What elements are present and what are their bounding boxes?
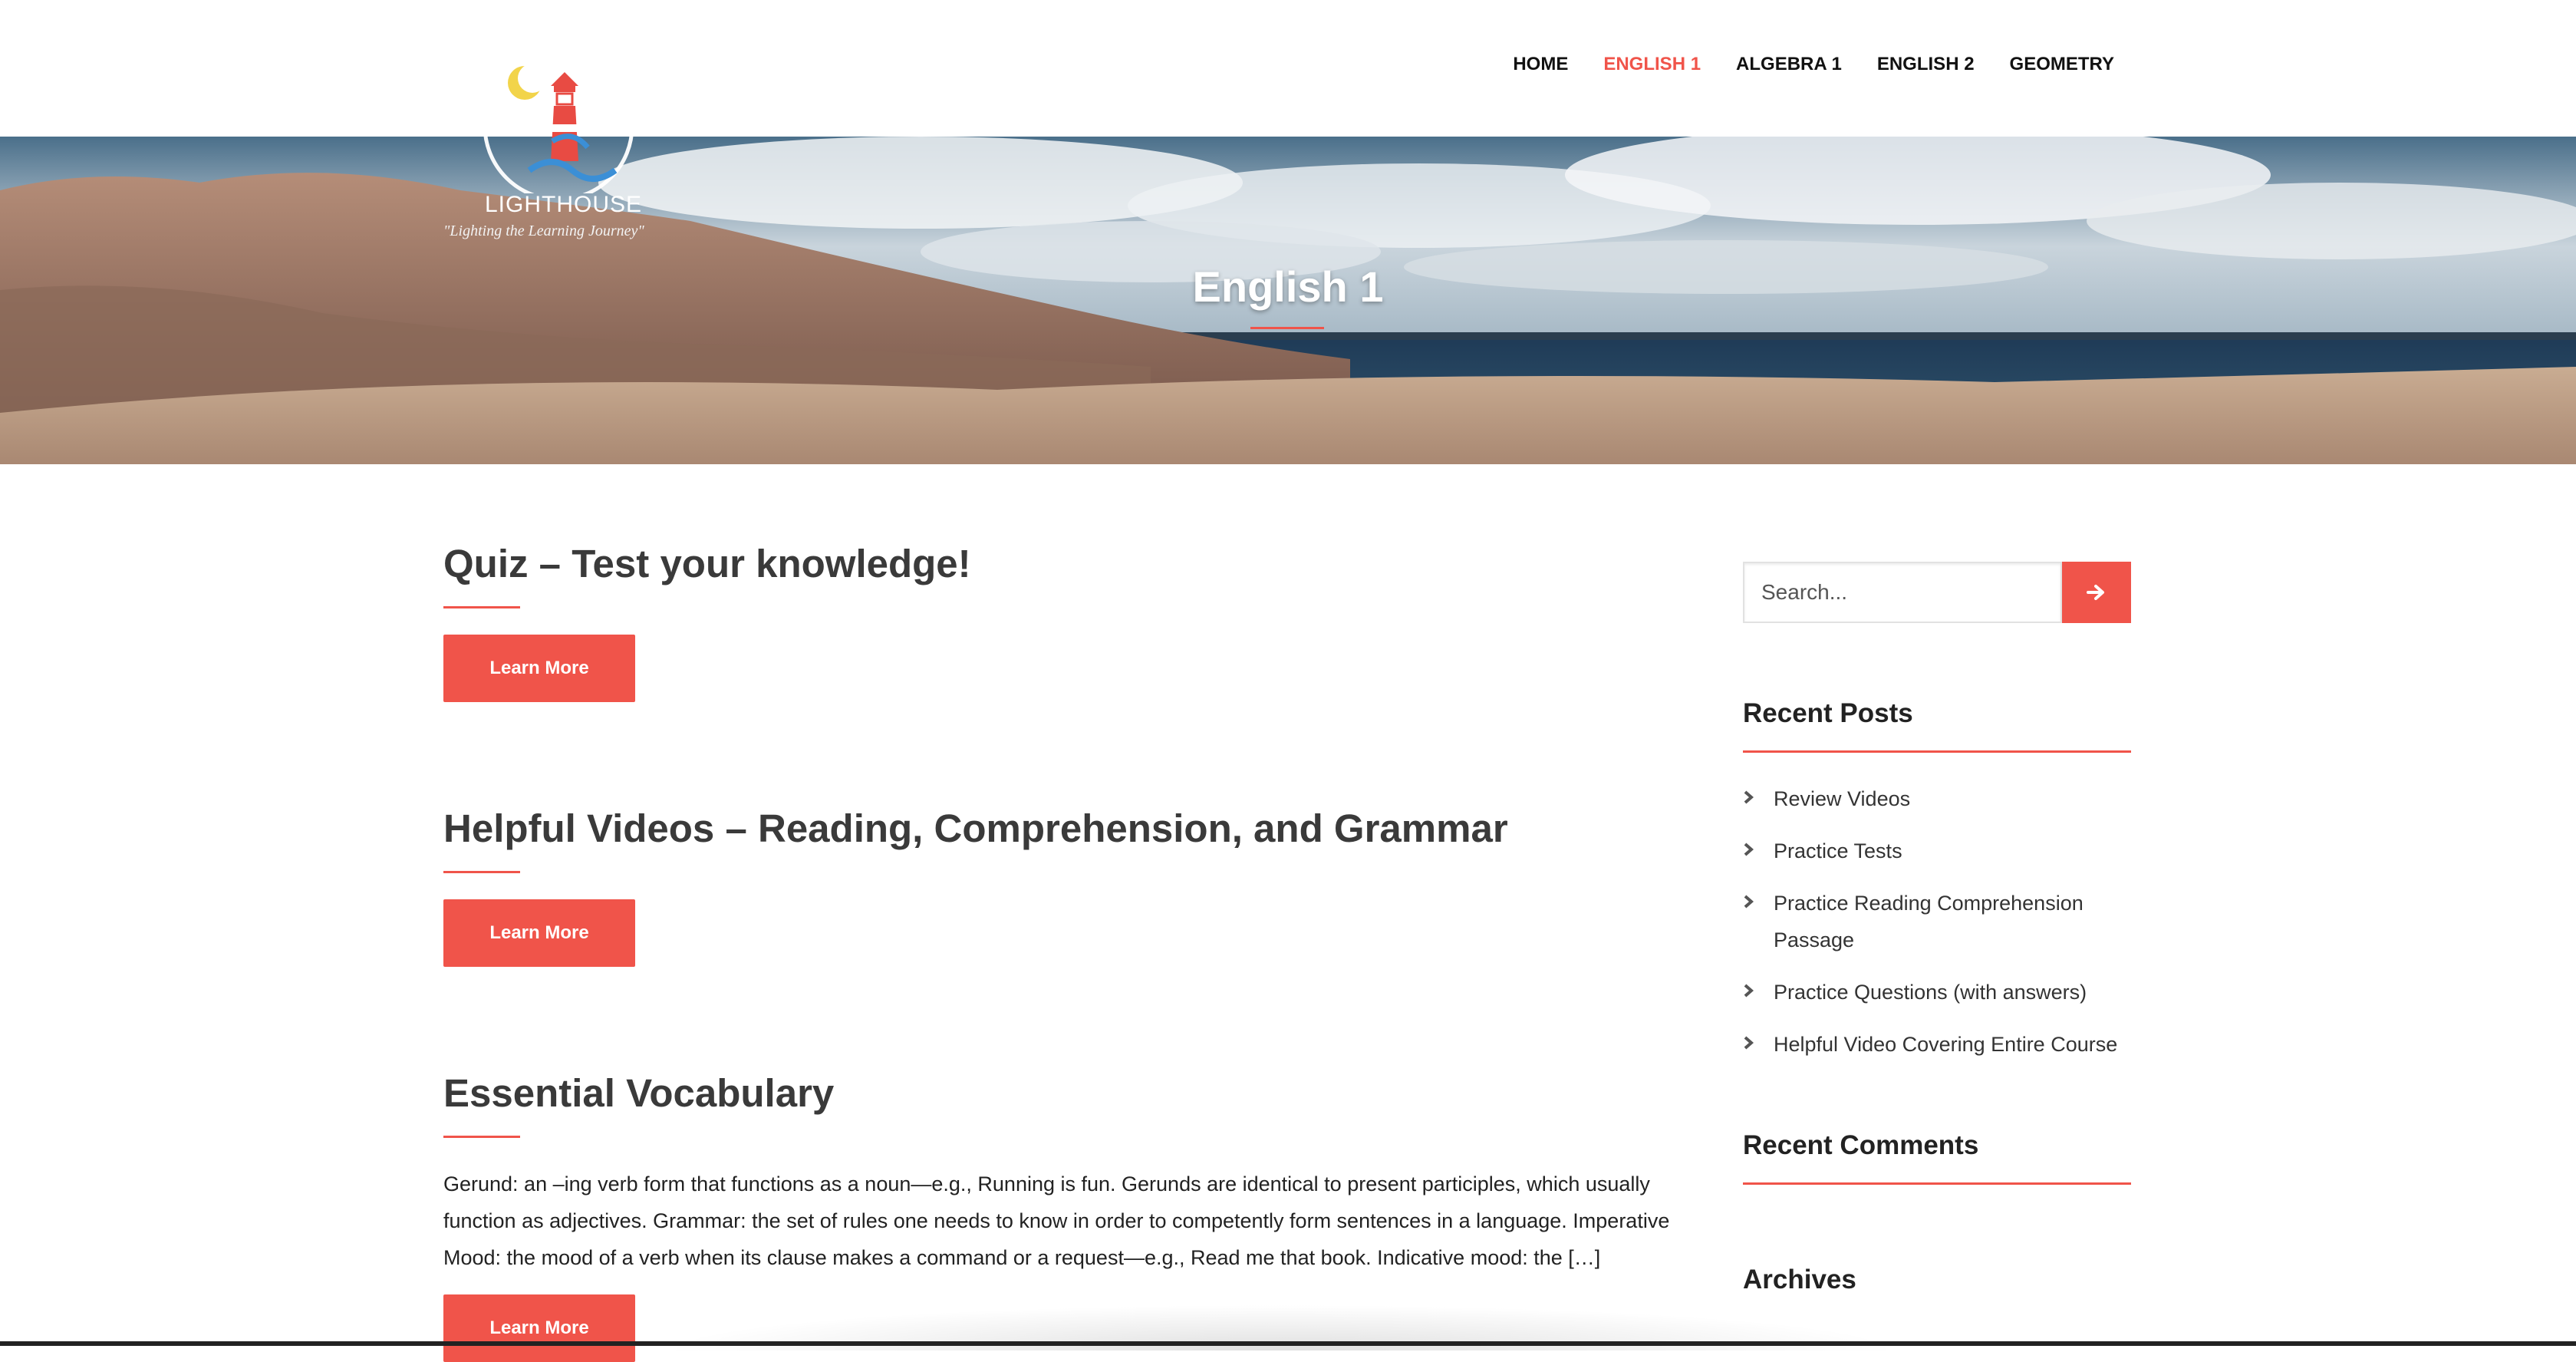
recent-comments-title: Recent Comments xyxy=(1743,1130,1979,1160)
post-excerpt: Gerund: an –ing verb form that functions… xyxy=(443,1172,1670,1269)
nav-english-1[interactable]: ENGLISH 1 xyxy=(1603,54,1701,75)
nav-home[interactable]: HOME xyxy=(1513,54,1568,75)
recent-post-link[interactable]: Helpful Video Covering Entire Course xyxy=(1774,1026,2117,1063)
search-form: Search... xyxy=(1743,562,2131,623)
chevron-right-icon xyxy=(1743,974,1774,1011)
recent-post-link[interactable]: Practice Questions (with answers) xyxy=(1774,974,2087,1011)
logo-name: LIGHTHOUSE xyxy=(485,192,643,217)
widget-underline xyxy=(1743,1182,2131,1185)
title-underline xyxy=(443,871,520,873)
search-input[interactable]: Search... xyxy=(1743,562,2062,623)
recent-posts-title: Recent Posts xyxy=(1743,698,1913,728)
hero-banner: English 1 xyxy=(0,137,2576,464)
list-item[interactable]: Practice Questions (with answers) xyxy=(1743,974,2131,1011)
site-header: HOME ENGLISH 1 ALGEBRA 1 ENGLISH 2 GEOME… xyxy=(0,0,2576,137)
list-item[interactable]: Review Videos xyxy=(1743,780,2131,817)
post-title[interactable]: Helpful Videos – Reading, Comprehension,… xyxy=(443,802,1701,856)
chevron-right-icon xyxy=(1743,1026,1774,1063)
recent-posts-list: Review Videos Practice Tests Practice Re… xyxy=(1743,780,2131,1063)
widget-underline xyxy=(1743,750,2131,753)
nav-english-2[interactable]: ENGLISH 2 xyxy=(1877,54,1975,75)
post-title[interactable]: Essential Vocabulary xyxy=(443,1067,1701,1120)
archives-title: Archives xyxy=(1743,1265,1856,1294)
search-submit-button[interactable] xyxy=(2062,562,2131,623)
recent-post-link[interactable]: Review Videos xyxy=(1774,780,1910,817)
list-item[interactable]: Practice Tests xyxy=(1743,833,2131,869)
page-title: English 1 xyxy=(1192,262,1384,311)
title-underline xyxy=(443,606,520,608)
post-list: Quiz – Test your knowledge! Learn More H… xyxy=(443,537,1701,1362)
sidebar: Search... Recent Posts Review Videos Pra… xyxy=(1743,562,2131,1295)
post-quiz: Quiz – Test your knowledge! Learn More xyxy=(443,537,1701,702)
learn-more-button[interactable]: Learn More xyxy=(443,1294,635,1362)
recent-post-link[interactable]: Practice Reading Comprehension Passage xyxy=(1774,885,2111,958)
chevron-right-icon xyxy=(1743,833,1774,869)
main-nav: HOME ENGLISH 1 ALGEBRA 1 ENGLISH 2 GEOME… xyxy=(1513,54,2114,75)
site-logo[interactable]: LIGHTHOUSE "Lighting the Learning Journe… xyxy=(437,50,690,255)
chevron-right-icon xyxy=(1743,885,1774,958)
title-underline xyxy=(443,1136,520,1138)
lighthouse-logo-icon xyxy=(483,50,634,202)
list-item[interactable]: Practice Reading Comprehension Passage xyxy=(1743,885,2131,958)
chevron-right-icon xyxy=(1743,780,1774,817)
learn-more-button[interactable]: Learn More xyxy=(443,635,635,702)
window-bottom-edge xyxy=(0,1341,2576,1346)
title-underline xyxy=(1250,327,1324,329)
nav-geometry[interactable]: GEOMETRY xyxy=(2010,54,2114,75)
post-helpful-videos: Helpful Videos – Reading, Comprehension,… xyxy=(443,802,1701,967)
learn-more-button[interactable]: Learn More xyxy=(443,899,635,967)
arrow-right-icon xyxy=(2087,585,2104,600)
nav-algebra-1[interactable]: ALGEBRA 1 xyxy=(1736,54,1842,75)
recent-post-link[interactable]: Practice Tests xyxy=(1774,833,1902,869)
post-title[interactable]: Quiz – Test your knowledge! xyxy=(443,537,1701,591)
list-item[interactable]: Helpful Video Covering Entire Course xyxy=(1743,1026,2131,1063)
logo-tagline: "Lighting the Learning Journey" xyxy=(443,223,644,239)
